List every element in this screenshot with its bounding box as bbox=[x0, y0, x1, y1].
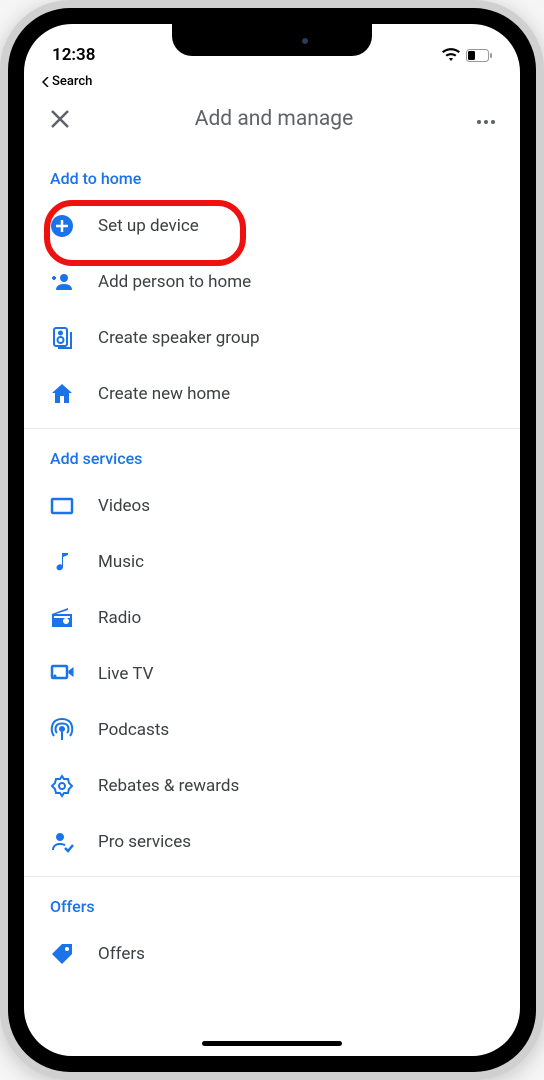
menu-label: Live TV bbox=[98, 664, 153, 684]
plus-circle-icon bbox=[50, 214, 74, 238]
speaker-icon bbox=[50, 326, 74, 350]
menu-item-create-home[interactable]: Create new home bbox=[24, 366, 520, 422]
close-icon bbox=[50, 109, 70, 129]
menu-item-offers[interactable]: Offers bbox=[24, 926, 520, 982]
menu-item-radio[interactable]: Radio bbox=[24, 590, 520, 646]
home-icon bbox=[50, 382, 74, 406]
menu-item-pro-services[interactable]: Pro services bbox=[24, 814, 520, 870]
menu-label: Add person to home bbox=[98, 272, 251, 292]
menu-label: Offers bbox=[98, 944, 145, 964]
rewards-icon bbox=[50, 774, 74, 798]
menu-label: Pro services bbox=[98, 832, 191, 852]
menu-label: Set up device bbox=[98, 216, 199, 236]
menu-item-live-tv[interactable]: Live TV bbox=[24, 646, 520, 702]
home-indicator[interactable] bbox=[202, 1041, 342, 1046]
header: Add and manage bbox=[24, 93, 520, 155]
phone-frame: 12:38 Search Add an bbox=[0, 0, 544, 1080]
more-horizontal-icon bbox=[476, 119, 496, 125]
music-icon bbox=[50, 550, 74, 574]
more-button[interactable] bbox=[476, 109, 496, 130]
person-add-icon bbox=[50, 270, 74, 294]
menu-label: Podcasts bbox=[98, 720, 169, 740]
menu-label: Create new home bbox=[98, 384, 230, 404]
menu-label: Music bbox=[98, 552, 144, 572]
tag-icon bbox=[50, 942, 74, 966]
menu-item-videos[interactable]: Videos bbox=[24, 478, 520, 534]
menu-item-add-person[interactable]: Add person to home bbox=[24, 254, 520, 310]
camera-dot bbox=[302, 38, 308, 44]
divider bbox=[24, 876, 520, 877]
menu-item-podcasts[interactable]: Podcasts bbox=[24, 702, 520, 758]
section-header-offers: Offers bbox=[24, 883, 520, 926]
section-header-add-services: Add services bbox=[24, 435, 520, 478]
menu-label: Create speaker group bbox=[98, 328, 260, 348]
section-header-add-to-home: Add to home bbox=[24, 155, 520, 198]
back-label: Search bbox=[52, 74, 92, 89]
status-time: 12:38 bbox=[52, 45, 95, 65]
page-title: Add and manage bbox=[195, 107, 353, 131]
notch bbox=[172, 24, 372, 56]
menu-item-music[interactable]: Music bbox=[24, 534, 520, 590]
video-icon bbox=[50, 494, 74, 518]
back-to-search[interactable]: Search bbox=[24, 72, 520, 93]
wifi-icon bbox=[442, 48, 460, 62]
battery-icon bbox=[466, 49, 492, 62]
menu-label: Videos bbox=[98, 496, 150, 516]
pro-services-icon bbox=[50, 830, 74, 854]
screen: 12:38 Search Add an bbox=[24, 24, 520, 1056]
podcasts-icon bbox=[50, 718, 74, 742]
menu-label: Radio bbox=[98, 608, 141, 628]
close-button[interactable] bbox=[48, 107, 72, 131]
menu-label: Rebates & rewards bbox=[98, 776, 239, 796]
live-tv-icon bbox=[50, 662, 74, 686]
radio-icon bbox=[50, 606, 74, 630]
menu-item-rebates[interactable]: Rebates & rewards bbox=[24, 758, 520, 814]
chevron-left-icon bbox=[42, 77, 50, 87]
phone-bezel: 12:38 Search Add an bbox=[8, 8, 536, 1072]
menu-item-speaker-group[interactable]: Create speaker group bbox=[24, 310, 520, 366]
divider bbox=[24, 428, 520, 429]
menu-item-set-up-device[interactable]: Set up device bbox=[24, 198, 520, 254]
